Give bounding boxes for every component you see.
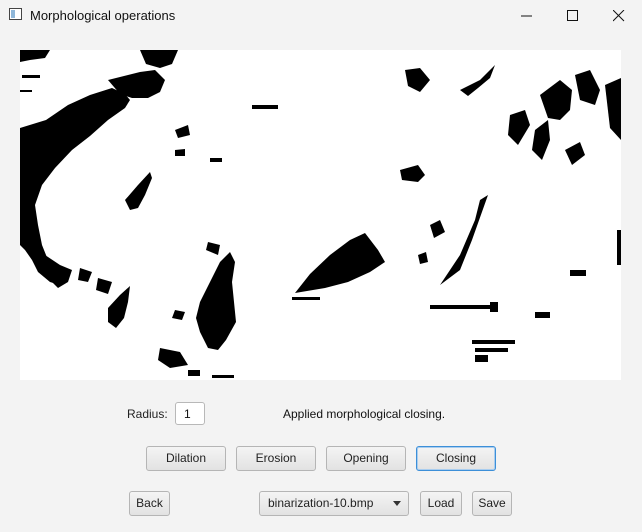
load-button[interactable]: Load: [420, 491, 462, 516]
save-button[interactable]: Save: [472, 491, 512, 516]
maximize-icon: [567, 10, 578, 21]
status-message: Applied morphological closing.: [283, 407, 446, 421]
chevron-down-icon: [393, 501, 401, 506]
minimize-icon: [521, 15, 532, 17]
dilation-button[interactable]: Dilation: [146, 446, 226, 471]
maximize-button[interactable]: [550, 0, 596, 31]
radius-label: Radius:: [127, 407, 168, 421]
closing-button[interactable]: Closing: [416, 446, 496, 471]
close-icon: [613, 10, 625, 22]
close-button[interactable]: [596, 0, 642, 31]
file-select-value: binarization-10.bmp: [268, 496, 374, 510]
binary-image: [20, 50, 621, 380]
window-title: Morphological operations: [30, 8, 176, 23]
radius-input[interactable]: [175, 402, 205, 425]
minimize-button[interactable]: [504, 0, 550, 31]
file-select[interactable]: binarization-10.bmp: [259, 491, 409, 516]
back-button[interactable]: Back: [129, 491, 170, 516]
opening-button[interactable]: Opening: [326, 446, 406, 471]
erosion-button[interactable]: Erosion: [236, 446, 316, 471]
title-bar[interactable]: Morphological operations: [0, 0, 642, 31]
image-canvas: [20, 50, 621, 380]
app-window: Morphological operations Radius: 1 Appli…: [0, 0, 642, 532]
window-app-icon: [9, 8, 22, 20]
